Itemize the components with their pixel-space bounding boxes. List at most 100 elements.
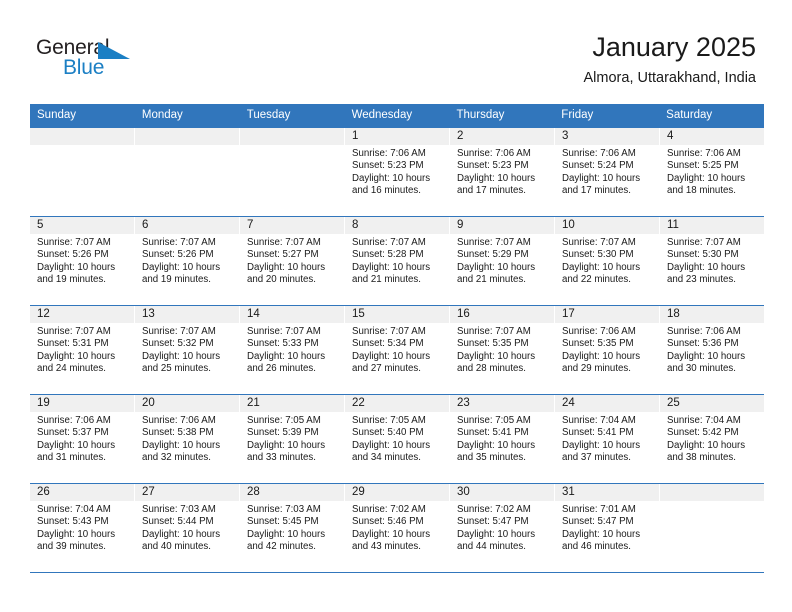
daylight-text-line2: and 17 minutes. xyxy=(562,184,631,196)
day-cell[interactable]: 4 Sunrise: 7:06 AM Sunset: 5:25 PM Daylight… xyxy=(660,128,764,216)
sunset-text: Sunset: 5:44 PM xyxy=(142,516,214,528)
day-number: 5 xyxy=(30,217,134,234)
day-number: 22 xyxy=(345,395,449,412)
sunset-text: Sunset: 5:29 PM xyxy=(457,249,529,261)
daylight-text-line1: Daylight: 10 hours xyxy=(667,439,746,451)
day-cell[interactable]: 20 Sunrise: 7:06 AM Sunset: 5:38 PM Dayligh… xyxy=(135,395,240,483)
week-row: 19 Sunrise: 7:06 AM Sunset: 5:37 PM Dayligh… xyxy=(30,395,764,484)
calendar-page: General Blue January 2025 Almora, Uttara… xyxy=(0,0,792,612)
day-number: 16 xyxy=(450,306,554,323)
daylight-text-line1: Daylight: 10 hours xyxy=(352,439,431,451)
day-cell[interactable]: 30 Sunrise: 7:02 AM Sunset: 5:47 PM Dayligh… xyxy=(450,484,555,572)
day-cell[interactable]: 29 Sunrise: 7:02 AM Sunset: 5:46 PM Dayligh… xyxy=(345,484,450,572)
day-cell[interactable]: 24 Sunrise: 7:04 AM Sunset: 5:41 PM Dayligh… xyxy=(555,395,660,483)
sunset-text: Sunset: 5:35 PM xyxy=(562,338,634,350)
day-cell[interactable]: 6 Sunrise: 7:07 AM Sunset: 5:26 PM Daylight… xyxy=(135,217,240,305)
sunset-text: Sunset: 5:32 PM xyxy=(142,338,214,350)
sunrise-text: Sunrise: 7:06 AM xyxy=(562,148,636,159)
sunset-text: Sunset: 5:40 PM xyxy=(352,427,424,439)
day-cell[interactable]: 16 Sunrise: 7:07 AM Sunset: 5:35 PM Dayligh… xyxy=(450,306,555,394)
daylight-text-line2: and 29 minutes. xyxy=(562,362,631,374)
day-cell[interactable]: 19 Sunrise: 7:06 AM Sunset: 5:37 PM Dayligh… xyxy=(30,395,135,483)
daylight-text-line2: and 27 minutes. xyxy=(352,362,421,374)
day-details: Sunrise: 7:04 AM Sunset: 5:42 PM Daylight:… xyxy=(660,412,764,464)
day-cell[interactable]: 21 Sunrise: 7:05 AM Sunset: 5:39 PM Dayligh… xyxy=(240,395,345,483)
day-cell[interactable]: 18 Sunrise: 7:06 AM Sunset: 5:36 PM Dayligh… xyxy=(660,306,764,394)
logo-text-blue: Blue xyxy=(63,56,105,79)
sunrise-text: Sunrise: 7:03 AM xyxy=(142,504,216,515)
day-details: Sunrise: 7:06 AM Sunset: 5:24 PM Daylight:… xyxy=(555,145,659,197)
day-cell[interactable]: 31 Sunrise: 7:01 AM Sunset: 5:47 PM Dayligh… xyxy=(555,484,660,572)
daylight-text-line1: Daylight: 10 hours xyxy=(142,350,221,362)
day-details: Sunrise: 7:07 AM Sunset: 5:29 PM Daylight:… xyxy=(450,234,554,286)
sunset-text: Sunset: 5:30 PM xyxy=(667,249,739,261)
general-blue-logo[interactable]: General Blue xyxy=(36,36,156,84)
day-details: Sunrise: 7:06 AM Sunset: 5:36 PM Daylight:… xyxy=(660,323,764,375)
day-cell[interactable]: 28 Sunrise: 7:03 AM Sunset: 5:45 PM Dayligh… xyxy=(240,484,345,572)
day-cell-empty xyxy=(240,128,345,216)
daylight-text-line2: and 39 minutes. xyxy=(37,540,106,552)
day-number: 17 xyxy=(555,306,659,323)
day-cell[interactable]: 12 Sunrise: 7:07 AM Sunset: 5:31 PM Dayligh… xyxy=(30,306,135,394)
sunset-text: Sunset: 5:43 PM xyxy=(37,516,109,528)
daylight-text-line1: Daylight: 10 hours xyxy=(667,172,746,184)
day-details: Sunrise: 7:07 AM Sunset: 5:32 PM Daylight:… xyxy=(135,323,239,375)
sunrise-text: Sunrise: 7:06 AM xyxy=(562,326,636,337)
daylight-text-line2: and 40 minutes. xyxy=(142,540,211,552)
day-number: 27 xyxy=(135,484,239,501)
daylight-text-line2: and 16 minutes. xyxy=(352,184,421,196)
sunrise-text: Sunrise: 7:02 AM xyxy=(352,504,426,515)
day-details: Sunrise: 7:04 AM Sunset: 5:41 PM Daylight:… xyxy=(555,412,659,464)
daylight-text-line2: and 25 minutes. xyxy=(142,362,211,374)
sunrise-text: Sunrise: 7:01 AM xyxy=(562,504,636,515)
day-cell[interactable]: 14 Sunrise: 7:07 AM Sunset: 5:33 PM Dayligh… xyxy=(240,306,345,394)
day-cell[interactable]: 8 Sunrise: 7:07 AM Sunset: 5:28 PM Daylight… xyxy=(345,217,450,305)
daylight-text-line2: and 17 minutes. xyxy=(457,184,526,196)
sunset-text: Sunset: 5:42 PM xyxy=(667,427,739,439)
day-cell[interactable]: 7 Sunrise: 7:07 AM Sunset: 5:27 PM Daylight… xyxy=(240,217,345,305)
sunrise-text: Sunrise: 7:06 AM xyxy=(667,326,741,337)
daylight-text-line1: Daylight: 10 hours xyxy=(457,439,536,451)
day-cell[interactable]: 22 Sunrise: 7:05 AM Sunset: 5:40 PM Dayligh… xyxy=(345,395,450,483)
daylight-text-line1: Daylight: 10 hours xyxy=(247,350,326,362)
day-cell[interactable]: 1 Sunrise: 7:06 AM Sunset: 5:23 PM Daylight… xyxy=(345,128,450,216)
daylight-text-line1: Daylight: 10 hours xyxy=(142,261,221,273)
day-number: 19 xyxy=(30,395,134,412)
sunset-text: Sunset: 5:35 PM xyxy=(457,338,529,350)
day-details: Sunrise: 7:07 AM Sunset: 5:30 PM Daylight:… xyxy=(555,234,659,286)
day-details: Sunrise: 7:07 AM Sunset: 5:27 PM Daylight:… xyxy=(240,234,344,286)
daylight-text-line1: Daylight: 10 hours xyxy=(457,261,536,273)
sunrise-text: Sunrise: 7:04 AM xyxy=(667,415,741,426)
daylight-text-line2: and 31 minutes. xyxy=(37,451,106,463)
day-cell[interactable]: 27 Sunrise: 7:03 AM Sunset: 5:44 PM Dayligh… xyxy=(135,484,240,572)
day-cell[interactable]: 3 Sunrise: 7:06 AM Sunset: 5:24 PM Daylight… xyxy=(555,128,660,216)
day-number: 15 xyxy=(345,306,449,323)
day-cell[interactable]: 11 Sunrise: 7:07 AM Sunset: 5:30 PM Dayligh… xyxy=(660,217,764,305)
day-cell[interactable]: 10 Sunrise: 7:07 AM Sunset: 5:30 PM Dayligh… xyxy=(555,217,660,305)
daylight-text-line1: Daylight: 10 hours xyxy=(667,350,746,362)
daylight-text-line1: Daylight: 10 hours xyxy=(352,350,431,362)
week-row: 12 Sunrise: 7:07 AM Sunset: 5:31 PM Dayligh… xyxy=(30,306,764,395)
day-number: 3 xyxy=(555,128,659,145)
sunrise-text: Sunrise: 7:06 AM xyxy=(352,148,426,159)
day-cell[interactable]: 26 Sunrise: 7:04 AM Sunset: 5:43 PM Dayligh… xyxy=(30,484,135,572)
day-cell[interactable]: 13 Sunrise: 7:07 AM Sunset: 5:32 PM Dayligh… xyxy=(135,306,240,394)
day-details: Sunrise: 7:02 AM Sunset: 5:46 PM Daylight:… xyxy=(345,501,449,553)
day-number: 26 xyxy=(30,484,134,501)
day-cell[interactable]: 23 Sunrise: 7:05 AM Sunset: 5:41 PM Dayligh… xyxy=(450,395,555,483)
day-cell[interactable]: 2 Sunrise: 7:06 AM Sunset: 5:23 PM Daylight… xyxy=(450,128,555,216)
daylight-text-line1: Daylight: 10 hours xyxy=(142,528,221,540)
day-cell[interactable]: 25 Sunrise: 7:04 AM Sunset: 5:42 PM Dayligh… xyxy=(660,395,764,483)
daylight-text-line1: Daylight: 10 hours xyxy=(352,172,431,184)
day-cell[interactable]: 17 Sunrise: 7:06 AM Sunset: 5:35 PM Dayligh… xyxy=(555,306,660,394)
day-cell[interactable]: 15 Sunrise: 7:07 AM Sunset: 5:34 PM Dayligh… xyxy=(345,306,450,394)
day-details: Sunrise: 7:05 AM Sunset: 5:40 PM Daylight:… xyxy=(345,412,449,464)
day-cell[interactable]: 5 Sunrise: 7:07 AM Sunset: 5:26 PM Daylight… xyxy=(30,217,135,305)
day-number: 12 xyxy=(30,306,134,323)
weekday-header-monday: Monday xyxy=(141,109,183,121)
day-number: 18 xyxy=(660,306,764,323)
sunset-text: Sunset: 5:30 PM xyxy=(562,249,634,261)
daylight-text-line2: and 21 minutes. xyxy=(352,273,421,285)
day-cell[interactable]: 9 Sunrise: 7:07 AM Sunset: 5:29 PM Daylight… xyxy=(450,217,555,305)
day-details: Sunrise: 7:06 AM Sunset: 5:25 PM Daylight:… xyxy=(660,145,764,197)
